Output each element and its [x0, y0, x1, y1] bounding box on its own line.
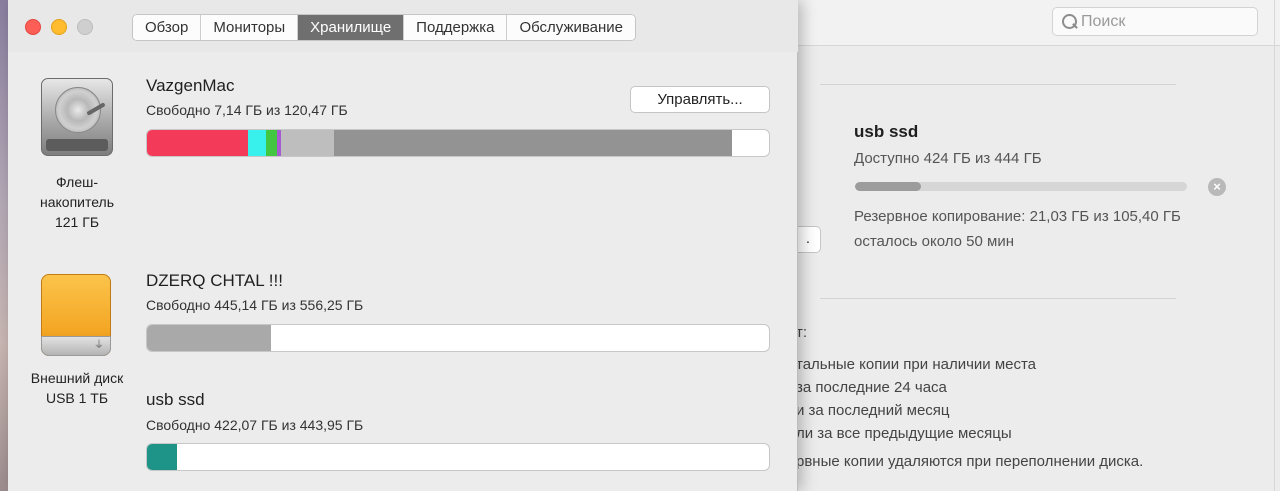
cancel-backup-icon[interactable]: ×	[1208, 178, 1226, 196]
minimize-window-button[interactable]	[51, 19, 67, 35]
usb-symbol-icon: ⏚	[94, 340, 104, 351]
storage-bar	[146, 443, 770, 471]
usb-drive-icon: ⏚	[41, 274, 111, 356]
zoom-window-button[interactable]	[77, 19, 93, 35]
backup-disk-name: usb ssd	[854, 122, 919, 141]
search-icon	[1061, 13, 1079, 31]
list-item: ли за все предыдущие месяцы	[796, 425, 1012, 442]
tab-storage[interactable]: Хранилище	[298, 15, 405, 40]
drive-label-line: накопитель	[39, 194, 115, 210]
search-field[interactable]: Поиск	[1052, 7, 1258, 36]
drive-label-line: 121 ГБ	[54, 214, 100, 230]
drive-label: Флеш- накопитель 121 ГБ	[28, 172, 126, 232]
drive-label: Внешний диск USB 1 ТБ	[16, 368, 138, 408]
about-this-mac-window: Обзор Мониторы Хранилище Поддержка Обслу…	[8, 0, 798, 491]
list-item: за последние 24 часа	[796, 379, 947, 396]
separator	[820, 298, 1176, 299]
storage-segment	[147, 130, 249, 156]
backup-status-line: Резервное копирование: 21,03 ГБ из 105,4…	[854, 208, 1181, 225]
separator	[820, 84, 1176, 85]
tab-overview[interactable]: Обзор	[133, 15, 202, 40]
volume-free-space: Свободно 445,14 ГБ из 556,25 ГБ	[146, 297, 364, 313]
drive-base	[46, 139, 108, 151]
backup-progress-fill	[855, 182, 922, 191]
backup-status: Резервное копирование: 21,03 ГБ из 105,4…	[854, 204, 1181, 254]
tab-service[interactable]: Обслуживание	[507, 15, 636, 40]
backup-disk-available: Доступно 424 ГБ из 444 ГБ	[854, 150, 1042, 167]
keeps-list: тальные копии при наличии места за после…	[796, 353, 1036, 445]
backup-progress-bar	[855, 182, 1187, 191]
storage-segment	[334, 130, 733, 156]
close-window-button[interactable]	[25, 19, 41, 35]
manage-button[interactable]: Управлять...	[630, 86, 770, 113]
storage-segment	[280, 130, 335, 156]
storage-segment	[248, 130, 266, 156]
deletion-note: рвные копии удаляются при переполнении д…	[796, 453, 1144, 470]
hard-drive-icon	[41, 78, 113, 156]
tab-displays[interactable]: Мониторы	[201, 15, 299, 40]
volume-name: DZERQ CHTAL !!!	[146, 271, 283, 290]
list-item: и за последний месяц	[796, 402, 950, 419]
backup-remaining-line: осталось около 50 мин	[854, 233, 1014, 250]
storage-bar	[146, 129, 770, 157]
volume-free-space: Свободно 422,07 ГБ из 443,95 ГБ	[146, 417, 364, 433]
tab-bar: Обзор Мониторы Хранилище Поддержка Обслу…	[132, 14, 637, 41]
tab-support[interactable]: Поддержка	[404, 15, 508, 40]
search-placeholder: Поиск	[1081, 12, 1126, 30]
toolbar: Поиск	[780, 0, 1280, 46]
storage-segment	[147, 444, 178, 470]
volume-name: usb ssd	[146, 390, 205, 409]
title-bar: Обзор Мониторы Хранилище Поддержка Обслу…	[8, 0, 798, 52]
drive-label-line: Внешний диск	[30, 370, 124, 386]
window-edge	[1274, 0, 1280, 491]
drive-label-line: Флеш-	[55, 174, 99, 190]
list-item: тальные копии при наличии места	[796, 356, 1037, 373]
storage-segment	[265, 130, 277, 156]
volume-free-space: Свободно 7,14 ГБ из 120,47 ГБ	[146, 102, 348, 118]
storage-segment	[147, 325, 272, 351]
time-machine-window: Поиск usb ssd Доступно 424 ГБ из 444 ГБ …	[780, 0, 1280, 491]
volume-name: VazgenMac	[146, 76, 235, 95]
drive-label-line: USB 1 ТБ	[45, 390, 109, 406]
storage-bar	[146, 324, 770, 352]
